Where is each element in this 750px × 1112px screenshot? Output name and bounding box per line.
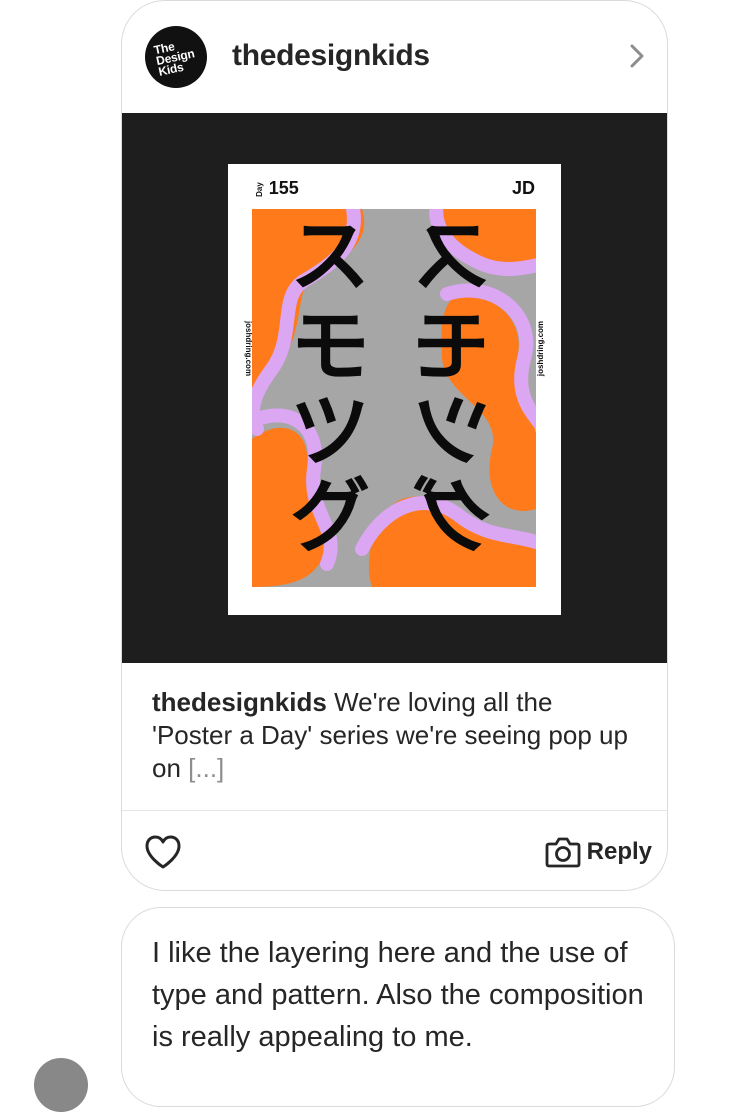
sender-avatar[interactable] [34, 1058, 88, 1112]
poster-initials: JD [511, 178, 535, 198]
post-image[interactable]: Day 155 JD joshdring.com joshdring.com スス [122, 113, 667, 663]
poster-glyph: モ [412, 300, 492, 393]
heart-icon[interactable] [144, 834, 182, 870]
poster-artwork: ススモ モツ ツググ [252, 209, 536, 587]
shared-post-card[interactable]: The Design Kids thedesignkids Day 155 JD … [121, 0, 668, 891]
reply-label: Reply [586, 838, 652, 865]
poster-glyph: グ [290, 470, 370, 563]
poster-day-number: 155 [268, 178, 299, 198]
poster-glyph: グ [412, 470, 492, 563]
avatar-logo-text: The Design Kids [152, 38, 196, 79]
reply-button[interactable]: Reply [545, 834, 652, 870]
message-text: I like the layering here and the use of … [152, 937, 644, 1053]
poster-day-label: Day [254, 181, 264, 197]
poster-glyph: ツ [412, 385, 492, 478]
profile-avatar[interactable]: The Design Kids [145, 26, 207, 88]
post-caption: thedesignkids We're loving all the 'Post… [152, 686, 632, 785]
chevron-right-icon[interactable] [622, 41, 652, 71]
caption-username[interactable]: thedesignkids [152, 687, 327, 717]
poster-glyph: ス [290, 210, 370, 303]
post-header[interactable]: The Design Kids thedesignkids [122, 1, 667, 113]
message-bubble[interactable]: I like the layering here and the use of … [121, 907, 675, 1107]
post-username[interactable]: thedesignkids [232, 39, 430, 73]
poster-day: Day 155 [252, 178, 299, 199]
poster-side-text-right: joshdring.com [535, 320, 545, 377]
poster-glyph: ス [412, 210, 492, 303]
camera-icon [545, 837, 581, 868]
poster-glyph: ツ [290, 385, 370, 478]
divider [122, 810, 667, 811]
poster-glyph: モ [290, 300, 370, 393]
poster: Day 155 JD joshdring.com joshdring.com スス [228, 164, 561, 615]
caption-more-link[interactable]: [...] [188, 753, 224, 783]
